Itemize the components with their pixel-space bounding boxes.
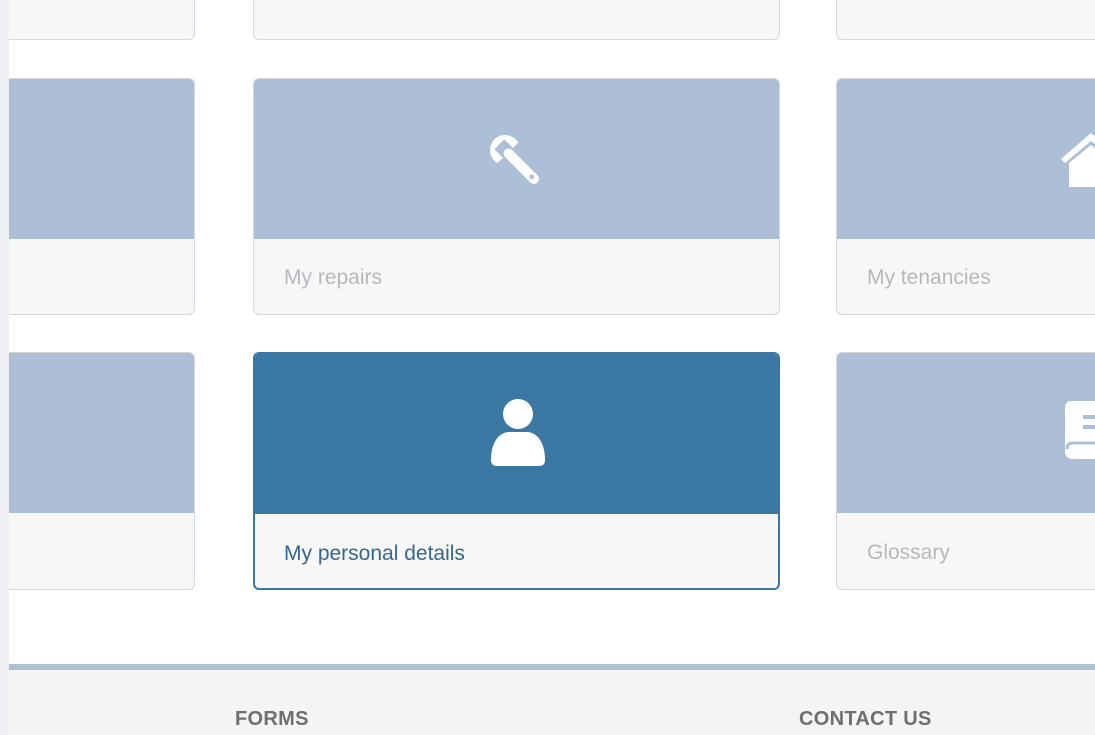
footer-forms-link[interactable]: FORMS	[235, 708, 309, 731]
tile-label: Glossary	[867, 541, 950, 564]
tile-my-repairs[interactable]: My repairs	[253, 78, 780, 315]
tile-image-area	[254, 79, 779, 239]
tile-image-area	[837, 353, 1095, 513]
user-icon	[491, 399, 545, 466]
footer-contact-us-link[interactable]: CONTACT US	[799, 708, 932, 731]
tile-image-area	[9, 353, 194, 513]
tile-bottom-left-partial[interactable]	[9, 352, 195, 590]
wrench-icon	[489, 134, 539, 184]
footer	[9, 670, 1095, 735]
book-icon	[1065, 401, 1095, 459]
tile-image-area	[9, 79, 194, 239]
tile-middle-left-partial[interactable]	[9, 78, 195, 315]
left-edge	[0, 0, 9, 735]
tile-my-tenancies[interactable]: My tenancies	[836, 78, 1095, 315]
tile-top-left-partial[interactable]	[9, 0, 195, 40]
tile-label: My personal details	[284, 542, 465, 565]
tile-label: My repairs	[284, 266, 383, 289]
tile-glossary[interactable]: Glossary	[836, 352, 1095, 590]
house-icon	[1061, 133, 1095, 187]
tile-label: My tenancies	[867, 266, 991, 289]
tile-image-area	[837, 79, 1095, 239]
tile-image-area	[255, 354, 778, 514]
tile-my-personal-details[interactable]: My personal details	[253, 352, 780, 590]
tile-top-center-partial[interactable]	[253, 0, 780, 40]
tile-top-right-partial[interactable]	[836, 0, 1095, 40]
